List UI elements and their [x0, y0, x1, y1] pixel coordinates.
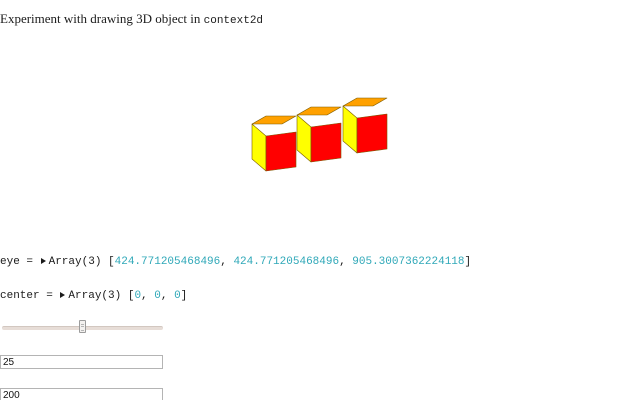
page-title: Experiment with drawing 3D object in con… [0, 11, 263, 29]
center-value-2: 0 [174, 290, 181, 302]
cube-1 [251, 115, 297, 172]
cube-1-left-face [251, 123, 267, 172]
eye-label: eye = [0, 256, 40, 268]
cube-3-left-face [342, 105, 358, 154]
expand-triangle-icon [60, 292, 66, 298]
center-inspector: center = Array(3) [0, 0, 0] [0, 289, 187, 303]
eye-inspector: eye = Array(3) [424.771205468496, 424.77… [0, 255, 471, 269]
range-slider[interactable] [2, 320, 163, 336]
cube-1-front-face [265, 131, 297, 172]
number-input-first[interactable] [0, 355, 163, 369]
cube-3-top-face [342, 97, 388, 107]
eye-value-1: 424.771205468496 [233, 256, 340, 268]
center-label: center = [0, 290, 60, 302]
number-input-second[interactable] [0, 388, 163, 400]
cube-1-top-face [251, 115, 297, 125]
center-type: Array(3) [68, 290, 122, 302]
cube-scene-canvas [251, 97, 388, 172]
eye-expand-toggle[interactable]: Array(3) [40, 256, 102, 268]
cube-3 [342, 97, 388, 154]
cube-2-left-face [296, 114, 312, 163]
slider-thumb[interactable] [78, 320, 86, 333]
eye-sep-1: , [220, 256, 234, 268]
center-sep-2: , [160, 290, 175, 302]
expand-triangle-icon [40, 258, 46, 264]
title-code: context2d [203, 15, 264, 27]
center-open-bracket: [ [121, 290, 135, 302]
cube-3-front-face [356, 113, 388, 154]
eye-open-bracket: [ [101, 256, 115, 268]
center-value-1: 0 [154, 290, 161, 302]
title-text: Experiment with drawing 3D object in [0, 11, 204, 26]
center-close-bracket: ] [180, 290, 188, 302]
cube-2-front-face [310, 122, 342, 163]
center-sep-1: , [141, 290, 155, 302]
eye-value-2: 905.3007362224118 [352, 256, 465, 268]
eye-type: Array(3) [48, 256, 102, 268]
eye-sep-2: , [339, 256, 353, 268]
eye-close-bracket: ] [464, 256, 472, 268]
center-expand-toggle[interactable]: Array(3) [59, 290, 121, 302]
cube-2 [296, 106, 342, 163]
eye-value-0: 424.771205468496 [114, 256, 221, 268]
cube-2-top-face [296, 106, 342, 116]
